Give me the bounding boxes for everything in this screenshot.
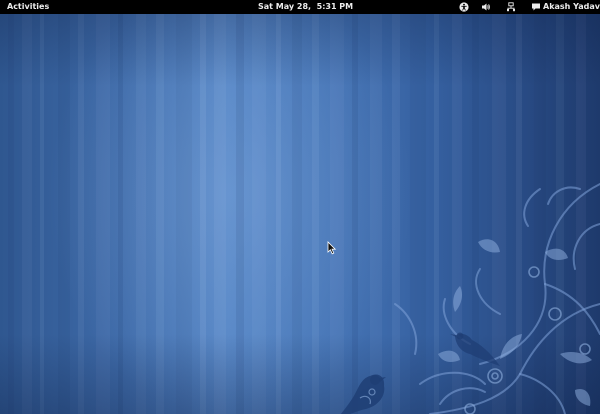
- clock[interactable]: Sat May 28, 5:31 PM: [258, 0, 353, 14]
- wallpaper-stripe: [434, 14, 439, 414]
- wallpaper-stripe: [96, 14, 110, 414]
- activities-button[interactable]: Activities: [7, 0, 49, 14]
- chat-icon[interactable]: [531, 2, 541, 12]
- wallpaper-stripe: [136, 14, 146, 414]
- wallpaper-stripe: [352, 14, 358, 414]
- wallpaper-stripe: [214, 14, 226, 414]
- screen: Activities Sat May 28, 5:31 PM Akash Yad…: [0, 0, 600, 414]
- mouse-pointer-icon: [327, 241, 337, 255]
- wallpaper-stripe: [156, 14, 164, 414]
- accessibility-icon[interactable]: [459, 2, 469, 12]
- wallpaper-stripe: [236, 14, 244, 414]
- wallpaper-stripe: [22, 14, 32, 414]
- wallpaper-stripe: [58, 14, 70, 414]
- wallpaper-stripe: [556, 14, 564, 414]
- wallpaper-stripe: [200, 14, 206, 414]
- wallpaper-stripe: [78, 14, 84, 414]
- wallpaper-stripe: [516, 14, 522, 414]
- wallpaper-stripe: [452, 14, 462, 414]
- wallpaper-stripe: [118, 14, 123, 414]
- wallpaper-stripe: [392, 14, 400, 414]
- wallpaper-stripe: [472, 14, 479, 414]
- wallpaper-stripe: [312, 14, 319, 414]
- wallpaper-vignette: [0, 14, 600, 414]
- wallpaper-stripe: [176, 14, 192, 414]
- network-icon[interactable]: [506, 2, 516, 12]
- wallpaper-stripe: [40, 14, 44, 414]
- wallpaper-stripe: [276, 14, 281, 414]
- wallpaper-stripe: [330, 14, 344, 414]
- wallpaper-stripe: [534, 14, 546, 414]
- wallpaper-stripe: [410, 14, 426, 414]
- wallpaper-stripe: [576, 14, 586, 414]
- wallpaper-floral-art: [340, 183, 600, 414]
- desktop-wallpaper[interactable]: [0, 14, 600, 414]
- wallpaper-stripe: [252, 14, 266, 414]
- wallpaper-stripes: [8, 14, 586, 414]
- wallpaper-stripe: [370, 14, 382, 414]
- user-menu[interactable]: Akash Yadav: [543, 0, 600, 14]
- wallpaper-stripe: [292, 14, 302, 414]
- wallpaper-stripe: [8, 14, 14, 414]
- top-bar: Activities Sat May 28, 5:31 PM Akash Yad…: [0, 0, 600, 14]
- volume-icon[interactable]: [481, 2, 491, 12]
- wallpaper-stripe: [492, 14, 506, 414]
